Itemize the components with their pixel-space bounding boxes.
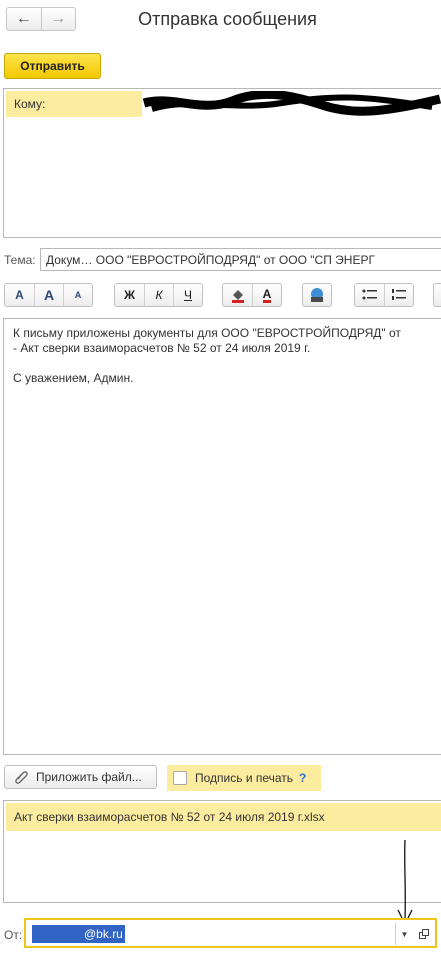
picture-icon xyxy=(311,288,323,302)
paperclip-icon xyxy=(15,771,28,784)
recipients-list[interactable]: Кому: xyxy=(3,88,441,238)
list-group xyxy=(354,283,414,307)
message-editor[interactable]: К письму приложены документы для ООО "ЕВ… xyxy=(3,318,441,755)
attach-file-label: Приложить файл... xyxy=(36,770,142,784)
text-color-button[interactable]: A xyxy=(252,284,281,306)
text-style-group: Ж К Ч xyxy=(114,283,203,307)
font-smaller-button[interactable]: A xyxy=(63,284,92,306)
font-size-group: A A A xyxy=(4,283,93,307)
bullet-list-button[interactable] xyxy=(355,284,384,306)
from-account-value: @bk.ru xyxy=(32,925,125,943)
more-tools-button[interactable] xyxy=(433,283,441,307)
body-line: С уважением, Админ. xyxy=(13,371,134,385)
numbered-list-icon xyxy=(392,289,406,300)
from-open-button[interactable] xyxy=(415,923,433,945)
body-line: - Акт сверки взаиморасчетов № 52 от 24 и… xyxy=(13,341,311,355)
send-button[interactable]: Отправить xyxy=(4,53,101,79)
attach-file-button[interactable]: Приложить файл... xyxy=(4,765,157,789)
underline-button[interactable]: Ч xyxy=(173,284,202,306)
from-label: От: xyxy=(4,928,23,942)
italic-button[interactable]: К xyxy=(144,284,173,306)
help-icon[interactable]: ? xyxy=(299,771,306,785)
fill-color-button[interactable] xyxy=(223,284,252,306)
sign-and-stamp-checkbox[interactable] xyxy=(173,771,187,785)
sign-and-stamp-option: Подпись и печать ? xyxy=(167,765,321,791)
subject-label: Тема: xyxy=(4,253,36,267)
bullet-list-icon xyxy=(362,289,377,300)
redaction-scribble xyxy=(142,91,441,116)
font-increase-button[interactable]: A xyxy=(5,284,34,306)
recipient-label: Кому: xyxy=(6,91,142,117)
attachment-item[interactable]: Акт сверки взаиморасчетов № 52 от 24 июл… xyxy=(6,803,441,831)
window-title: Отправка сообщения xyxy=(138,9,317,29)
body-line: К письму приложены документы для ООО "ЕВ… xyxy=(13,326,401,340)
fill-color-icon xyxy=(231,290,244,303)
recipient-value[interactable] xyxy=(142,91,441,117)
chevron-down-icon: ▼ xyxy=(400,929,409,939)
numbered-list-button[interactable] xyxy=(384,284,413,306)
hand-drawn-arrow-icon xyxy=(397,839,413,926)
body-line xyxy=(13,356,441,371)
subject-input[interactable]: Докум… ООО "ЕВРОСТРОЙПОДРЯД" от ООО "СП … xyxy=(40,248,441,271)
insert-image-group xyxy=(302,283,332,307)
color-group: A xyxy=(222,283,282,307)
open-window-icon xyxy=(419,929,429,939)
insert-picture-button[interactable] xyxy=(303,284,331,306)
bold-button[interactable]: Ж xyxy=(115,284,144,306)
attachments-list[interactable]: Акт сверки взаиморасчетов № 52 от 24 июл… xyxy=(3,800,441,903)
font-larger-button[interactable]: A xyxy=(34,284,63,306)
from-dropdown-button[interactable]: ▼ xyxy=(395,923,413,945)
sign-and-stamp-label: Подпись и печать xyxy=(195,771,294,785)
from-account-field[interactable]: @bk.ru ▼ xyxy=(24,918,437,948)
